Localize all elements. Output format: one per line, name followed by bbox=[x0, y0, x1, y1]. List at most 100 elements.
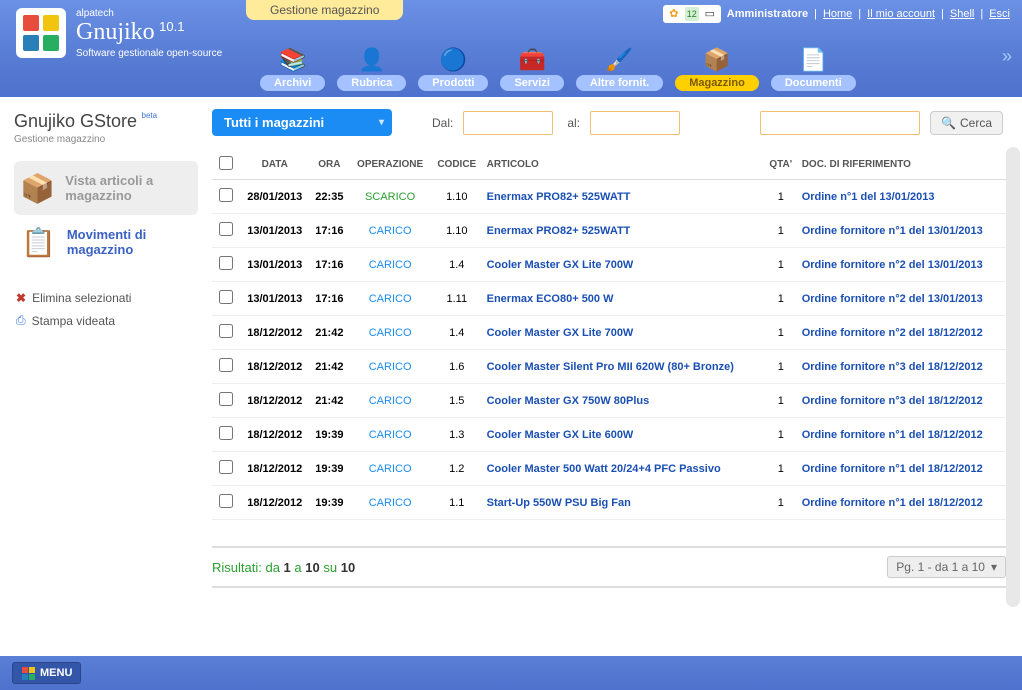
cell-qta: 1 bbox=[764, 180, 798, 214]
search-icon: 🔍 bbox=[941, 116, 956, 130]
nav-item-archivi[interactable]: 📚Archivi bbox=[260, 45, 325, 91]
article-link[interactable]: Cooler Master 500 Watt 20/24+4 PFC Passi… bbox=[487, 463, 721, 475]
nav-label: Rubrica bbox=[337, 75, 406, 91]
doc-link[interactable]: Ordine fornitore n°1 del 18/12/2012 bbox=[802, 429, 983, 441]
nav-item-documenti[interactable]: 📄Documenti bbox=[771, 45, 856, 91]
table-row: 18/12/201219:39CARICO1.2Cooler Master 50… bbox=[212, 452, 1006, 486]
cell-data: 13/01/2013 bbox=[240, 248, 309, 282]
nav-icon: 📚 bbox=[275, 45, 311, 75]
sidebar-item-icon: 📦 bbox=[20, 169, 55, 207]
warehouse-dropdown[interactable]: Tutti i magazzini bbox=[212, 109, 392, 136]
link-home[interactable]: Home bbox=[823, 8, 852, 20]
expand-nav-icon[interactable]: » bbox=[1002, 46, 1012, 67]
table-row: 18/12/201221:42CARICO1.6Cooler Master Si… bbox=[212, 350, 1006, 384]
header-tool-icons[interactable]: ✿ 12 ▭ bbox=[663, 5, 721, 23]
nav-label: Documenti bbox=[771, 75, 856, 91]
nav-item-rubrica[interactable]: 👤Rubrica bbox=[337, 45, 406, 91]
cell-codice: 1.3 bbox=[431, 418, 483, 452]
print-view-label: Stampa videata bbox=[32, 314, 115, 328]
sidebar: Gnujiko GStore beta Gestione magazzino 📦… bbox=[0, 97, 206, 652]
article-link[interactable]: Cooler Master GX 750W 80Plus bbox=[487, 395, 650, 407]
select-all-checkbox[interactable] bbox=[219, 156, 233, 170]
menu-button[interactable]: MENU bbox=[12, 662, 81, 684]
row-checkbox[interactable] bbox=[219, 188, 233, 202]
doc-link[interactable]: Ordine fornitore n°3 del 18/12/2012 bbox=[802, 395, 983, 407]
nav-label: Magazzino bbox=[675, 75, 759, 91]
cell-data: 18/12/2012 bbox=[240, 350, 309, 384]
footer-bar: MENU bbox=[0, 656, 1022, 690]
link-logout[interactable]: Esci bbox=[989, 8, 1010, 20]
nav-icon: 📦 bbox=[699, 45, 735, 75]
article-link[interactable]: Enermax PRO82+ 525WATT bbox=[487, 225, 631, 237]
date-from-input[interactable] bbox=[463, 111, 553, 135]
row-checkbox[interactable] bbox=[219, 460, 233, 474]
article-link[interactable]: Enermax ECO80+ 500 W bbox=[487, 293, 614, 305]
brand-area: alpatech Gnujiko 10.1 Software gestional… bbox=[16, 8, 222, 59]
results-from: 1 bbox=[284, 560, 291, 575]
doc-link[interactable]: Ordine fornitore n°3 del 18/12/2012 bbox=[802, 361, 983, 373]
results-to: 10 bbox=[305, 560, 319, 575]
vertical-scrollbar[interactable] bbox=[1006, 147, 1020, 607]
table-row: 13/01/201317:16CARICO1.10Enermax PRO82+ … bbox=[212, 214, 1006, 248]
article-link[interactable]: Enermax PRO82+ 525WATT bbox=[487, 191, 631, 203]
pager-dropdown[interactable]: Pg. 1 - da 1 a 10▾ bbox=[887, 556, 1006, 578]
row-checkbox[interactable] bbox=[219, 392, 233, 406]
cell-qta: 1 bbox=[764, 248, 798, 282]
sidebar-item-label: Movimenti di magazzino bbox=[67, 227, 192, 257]
brand-supertitle: alpatech bbox=[76, 8, 222, 19]
search-button[interactable]: 🔍Cerca bbox=[930, 111, 1003, 135]
cell-ora: 17:16 bbox=[309, 214, 349, 248]
delete-selected-action[interactable]: ✖Elimina selezionati bbox=[14, 287, 198, 309]
table-row: 18/12/201221:42CARICO1.4Cooler Master GX… bbox=[212, 316, 1006, 350]
article-link[interactable]: Cooler Master GX Lite 700W bbox=[487, 327, 634, 339]
nav-item-servizi[interactable]: 🧰Servizi bbox=[500, 45, 563, 91]
cell-qta: 1 bbox=[764, 486, 798, 520]
article-link[interactable]: Cooler Master GX Lite 700W bbox=[487, 259, 634, 271]
doc-link[interactable]: Ordine fornitore n°1 del 18/12/2012 bbox=[802, 463, 983, 475]
article-link[interactable]: Start-Up 550W PSU Big Fan bbox=[487, 497, 631, 509]
cell-codice: 1.5 bbox=[431, 384, 483, 418]
doc-link[interactable]: Ordine fornitore n°2 del 13/01/2013 bbox=[802, 259, 983, 271]
nav-item-magazzino[interactable]: 📦Magazzino bbox=[675, 45, 759, 91]
sidebar-item-1[interactable]: 📋 Movimenti di magazzino bbox=[14, 215, 198, 269]
link-shell[interactable]: Shell bbox=[950, 8, 974, 20]
row-checkbox[interactable] bbox=[219, 222, 233, 236]
app-header: alpatech Gnujiko 10.1 Software gestional… bbox=[0, 0, 1022, 97]
row-checkbox[interactable] bbox=[219, 426, 233, 440]
nav-item-prodotti[interactable]: 🔵Prodotti bbox=[418, 45, 488, 91]
cell-operazione: CARICO bbox=[369, 429, 412, 441]
search-input[interactable] bbox=[760, 111, 920, 135]
nav-icon: 🖌️ bbox=[602, 45, 638, 75]
row-checkbox[interactable] bbox=[219, 290, 233, 304]
cell-operazione: CARICO bbox=[369, 293, 412, 305]
doc-link[interactable]: Ordine fornitore n°2 del 13/01/2013 bbox=[802, 293, 983, 305]
print-view-action[interactable]: ⎙Stampa videata bbox=[14, 309, 198, 332]
sidebar-item-0[interactable]: 📦Vista articoli a magazzino bbox=[14, 161, 198, 215]
doc-link[interactable]: Ordine fornitore n°2 del 18/12/2012 bbox=[802, 327, 983, 339]
doc-link[interactable]: Ordine fornitore n°1 del 13/01/2013 bbox=[802, 225, 983, 237]
main-panel: Tutti i magazzini Dal: al: 🔍Cerca DATA O… bbox=[206, 97, 1022, 652]
calendar-icon: 12 bbox=[685, 7, 699, 21]
date-to-input[interactable] bbox=[590, 111, 680, 135]
doc-link[interactable]: Ordine n°1 del 13/01/2013 bbox=[802, 191, 935, 203]
sidebar-item-icon: 📋 bbox=[20, 223, 57, 261]
doc-link[interactable]: Ordine fornitore n°1 del 18/12/2012 bbox=[802, 497, 983, 509]
row-checkbox[interactable] bbox=[219, 256, 233, 270]
article-link[interactable]: Cooler Master GX Lite 600W bbox=[487, 429, 634, 441]
cell-qta: 1 bbox=[764, 418, 798, 452]
filter-bar: Tutti i magazzini Dal: al: 🔍Cerca bbox=[212, 109, 1006, 136]
cell-ora: 22:35 bbox=[309, 180, 349, 214]
article-link[interactable]: Cooler Master Silent Pro MII 620W (80+ B… bbox=[487, 361, 734, 373]
cell-qta: 1 bbox=[764, 214, 798, 248]
cell-operazione: CARICO bbox=[369, 395, 412, 407]
cell-qta: 1 bbox=[764, 384, 798, 418]
row-checkbox[interactable] bbox=[219, 358, 233, 372]
row-checkbox[interactable] bbox=[219, 324, 233, 338]
results-bar: Risultati: da 1 a 10 su 10 Pg. 1 - da 1 … bbox=[212, 546, 1006, 588]
cell-operazione: CARICO bbox=[369, 225, 412, 237]
link-account[interactable]: Il mio account bbox=[867, 8, 935, 20]
row-checkbox[interactable] bbox=[219, 494, 233, 508]
cell-codice: 1.11 bbox=[431, 282, 483, 316]
nav-item-altrefornit[interactable]: 🖌️Altre fornit. bbox=[576, 45, 663, 91]
cell-qta: 1 bbox=[764, 452, 798, 486]
